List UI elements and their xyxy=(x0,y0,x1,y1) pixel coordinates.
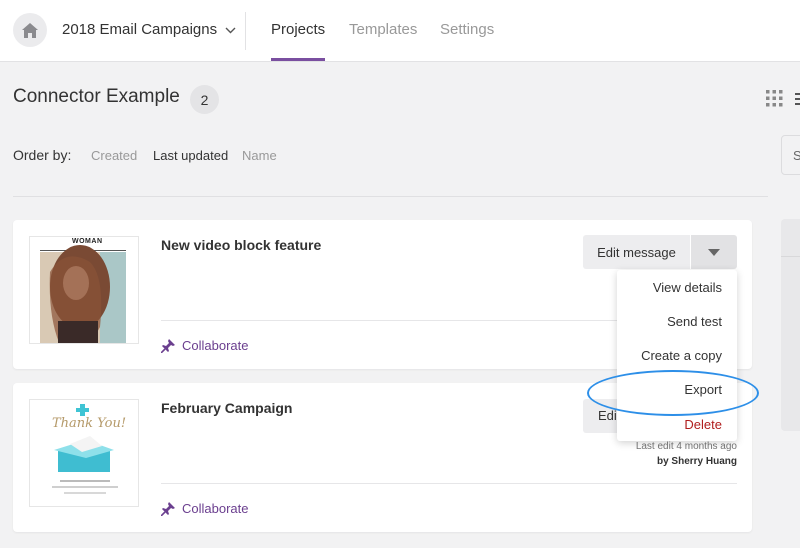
tab-projects[interactable]: Projects xyxy=(271,21,325,38)
search-input[interactable]: S xyxy=(781,135,800,175)
collaborate-label: Collaborate xyxy=(182,338,249,353)
menu-item-delete[interactable]: Delete xyxy=(684,417,722,432)
sort-created[interactable]: Created xyxy=(91,148,137,163)
project-title[interactable]: New video block feature xyxy=(161,237,321,253)
email-thumbnail[interactable]: Thank You! xyxy=(29,399,139,507)
sort-last-updated[interactable]: Last updated xyxy=(153,148,228,163)
home-icon xyxy=(22,22,38,38)
tab-templates[interactable]: Templates xyxy=(349,21,417,38)
collaborate-link[interactable]: Collaborate xyxy=(161,338,249,353)
collaborate-label: Collaborate xyxy=(182,501,249,516)
card-divider xyxy=(161,483,737,484)
workspace-selector[interactable]: 2018 Email Campaigns xyxy=(62,21,236,38)
actions-dropdown-button[interactable] xyxy=(691,235,737,269)
menu-item-send-test[interactable]: Send test xyxy=(667,314,722,329)
edit-message-button[interactable]: Edit message xyxy=(583,235,690,269)
sort-name[interactable]: Name xyxy=(242,148,277,163)
grid-view-icon[interactable] xyxy=(766,90,783,107)
project-title[interactable]: February Campaign xyxy=(161,400,292,416)
list-view-icon[interactable] xyxy=(795,93,800,105)
thumbnail-image xyxy=(30,237,138,343)
menu-item-create-copy[interactable]: Create a copy xyxy=(641,348,722,363)
export-highlight-ring xyxy=(587,370,759,416)
active-tab-indicator xyxy=(271,58,325,61)
header-divider xyxy=(13,196,768,197)
email-thumbnail[interactable]: WOMAN xyxy=(29,236,139,344)
caret-down-icon xyxy=(708,248,720,256)
collaborate-link[interactable]: Collaborate xyxy=(161,501,249,516)
thumbnail-heading: WOMAN xyxy=(72,238,103,245)
side-panel xyxy=(781,219,800,431)
home-button[interactable] xyxy=(13,13,47,47)
project-count-badge: 2 xyxy=(190,85,219,114)
nav-divider xyxy=(245,12,246,50)
order-by-label: Order by: xyxy=(13,147,72,163)
top-bar: 2018 Email Campaigns Projects Templates … xyxy=(0,0,800,62)
pin-icon xyxy=(161,338,175,353)
last-edit-author: by Sherry Huang xyxy=(656,456,737,467)
last-edit-time: Last edit 4 months ago xyxy=(635,441,737,452)
pin-icon xyxy=(161,501,175,516)
workspace-name: 2018 Email Campaigns xyxy=(62,21,218,38)
menu-item-view-details[interactable]: View details xyxy=(653,280,722,295)
page-title: Connector Example xyxy=(13,86,180,107)
chevron-down-icon xyxy=(225,27,236,34)
thumbnail-heading: Thank You! xyxy=(52,416,127,431)
tab-settings[interactable]: Settings xyxy=(440,21,494,38)
side-panel-divider xyxy=(781,256,800,257)
